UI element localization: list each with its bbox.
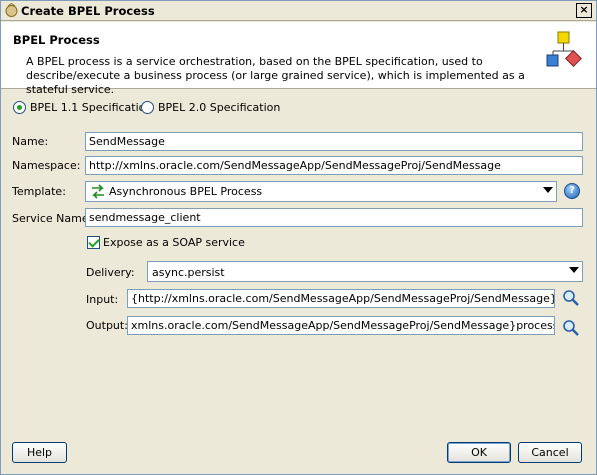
dialog-window: Create BPEL Process × BPEL Process A BPE… [0,0,597,475]
expose-soap-checkbox[interactable] [87,236,100,249]
app-icon [5,3,18,17]
output-label: Output: [86,319,128,332]
template-select[interactable]: Asynchronous BPEL Process [85,181,557,202]
async-process-icon [92,184,104,199]
namespace-field[interactable]: http://xmlns.oracle.com/SendMessageApp/S… [85,156,583,175]
template-value: Asynchronous BPEL Process [109,185,263,198]
search-icon[interactable] [562,319,580,337]
bpel-process-icon [546,31,582,67]
help-button[interactable]: Help [12,442,67,463]
header-title: BPEL Process [13,33,100,47]
radio-bpel20-indicator[interactable] [141,101,154,114]
output-field[interactable]: xmlns.oracle.com/SendMessageApp/SendMess… [127,316,555,335]
header-description: A BPEL process is a service orchestratio… [26,55,525,96]
cancel-button[interactable]: Cancel [518,442,582,463]
input-field[interactable]: {http://xmlns.oracle.com/SendMessageApp/… [127,289,555,308]
help-icon[interactable]: ? [564,183,580,199]
expose-soap-label: Expose as a SOAP service [103,236,245,249]
delivery-label: Delivery: [86,266,135,279]
delivery-select[interactable]: async.persist [147,261,583,282]
title-bar[interactable]: Create BPEL Process × [1,1,596,21]
radio-bpel20-label: BPEL 2.0 Specification [158,101,281,114]
ok-button[interactable]: OK [447,442,511,463]
name-field[interactable]: SendMessage [85,132,583,151]
chevron-down-icon[interactable] [569,267,579,273]
template-label: Template: [12,185,66,198]
radio-bpel20[interactable]: BPEL 2.0 Specification [141,101,280,114]
delivery-value: async.persist [152,266,225,279]
header-panel: BPEL Process A BPEL process is a service… [1,22,596,96]
namespace-label: Namespace: [12,159,81,172]
service-name-field[interactable]: sendmessage_client [85,208,583,227]
close-button[interactable]: × [576,3,592,18]
service-name-label: Service Name: [12,212,93,225]
search-icon[interactable] [562,289,580,307]
radio-bpel11-label: BPEL 1.1 Specification [30,101,153,114]
name-label: Name: [12,135,49,148]
radio-bpel11-indicator[interactable] [13,101,26,114]
radio-bpel11[interactable]: BPEL 1.1 Specification [13,101,152,114]
window-title: Create BPEL Process [21,4,155,18]
input-label: Input: [86,293,119,306]
chevron-down-icon[interactable] [543,187,553,193]
